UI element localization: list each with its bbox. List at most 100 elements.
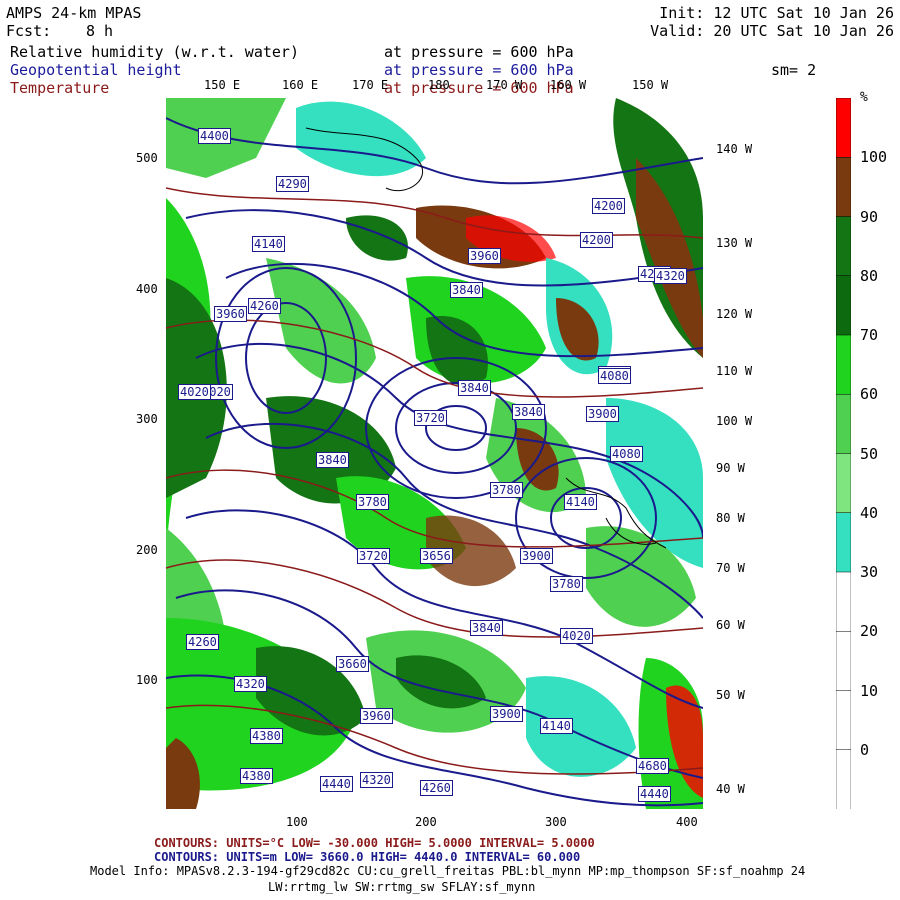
lon-label: 140 W: [716, 142, 753, 156]
height-contour-label: 3840: [458, 380, 491, 396]
colorbar-unit: %: [860, 90, 868, 105]
lon-label: 170 W: [486, 78, 523, 92]
colorbar-label: 0: [860, 740, 870, 759]
height-contour-label: 4440: [638, 786, 671, 802]
temp-contour-info: CONTOURS: UNITS=°C LOW= -30.000 HIGH= 5.…: [154, 836, 595, 850]
x-tick: 300: [545, 815, 567, 829]
height-contour-label: 3960: [214, 306, 247, 322]
model-title: AMPS 24-km MPAS: [6, 4, 142, 22]
lon-label: 120 W: [716, 307, 753, 321]
lon-label: 160 W: [550, 78, 587, 92]
lon-label: 110 W: [716, 364, 753, 378]
x-tick: 100: [286, 815, 308, 829]
lon-label: 180: [428, 78, 450, 92]
y-tick: 200: [136, 543, 158, 557]
height-contour-label: 3900: [586, 406, 619, 422]
field-temp-name: Temperature: [10, 79, 110, 97]
height-contour-label: 3720: [414, 410, 447, 426]
colorbar-segment: [836, 512, 851, 573]
height-contour-label: 4680: [636, 758, 669, 774]
colorbar-segment: [836, 157, 851, 218]
height-contour-label: 4140: [252, 236, 285, 252]
colorbar-label: 70: [860, 326, 879, 344]
field-rh-name: Relative humidity (w.r.t. water): [10, 43, 299, 61]
height-contour-label: 3656: [420, 548, 453, 564]
colorbar-label: 10: [860, 681, 879, 700]
height-contour-label: 4260: [186, 634, 219, 650]
height-contour-label: 3840: [316, 452, 349, 468]
height-contour-label: 4260: [420, 780, 453, 796]
height-contour-label: 3780: [356, 494, 389, 510]
height-contour-label: 4260: [248, 298, 281, 314]
height-contour-label: 4380: [240, 768, 273, 784]
height-contour-label: 3960: [468, 248, 501, 264]
y-tick: 400: [136, 282, 158, 296]
height-contour-label: 4020: [178, 384, 211, 400]
colorbar-segment: [836, 98, 851, 158]
colorbar-label: 40: [860, 503, 879, 522]
lon-label: 150 W: [632, 78, 669, 92]
height-contour-label: 4020: [560, 628, 593, 644]
height-contour-label: 4320: [360, 772, 393, 788]
colorbar-label: 60: [860, 385, 879, 404]
height-contour-label: 4320: [654, 268, 687, 284]
lon-label: 40 W: [716, 782, 745, 796]
colorbar-segment: [836, 571, 851, 632]
colorbar-segment: [836, 631, 851, 692]
colorbar-label: 90: [860, 207, 879, 226]
colorbar-segment: [836, 394, 851, 455]
height-contour-label: 4140: [564, 494, 597, 510]
colorbar-label: 20: [860, 622, 879, 641]
height-contour-label: 4440: [320, 776, 353, 792]
valid-time: Valid: 20 UTC Sat 10 Jan 26: [650, 22, 894, 40]
lon-label: 160 E: [282, 78, 319, 92]
field-height-name: Geopotential height: [10, 61, 182, 79]
model-info: Model Info: MPASv8.2.3-194-gf29cd82c CU:…: [90, 864, 806, 878]
height-contour-info: CONTOURS: UNITS=m LOW= 3660.0 HIGH= 4440…: [154, 850, 581, 864]
height-contour-label: 4320: [234, 676, 267, 692]
height-contour-label: 3780: [550, 576, 583, 592]
height-contour-label: 4200: [592, 198, 625, 214]
lon-label: 90 W: [716, 461, 745, 475]
lon-label: 100 W: [716, 414, 753, 428]
colorbar-segment: [836, 275, 851, 336]
colorbar-label: 50: [860, 444, 879, 463]
height-contour-label: 3840: [450, 282, 483, 298]
height-contour-label: 3960: [360, 708, 393, 724]
lon-label: 50 W: [716, 688, 745, 702]
colorbar: [836, 98, 851, 809]
x-tick: 200: [415, 815, 437, 829]
lon-label: 130 W: [716, 236, 753, 250]
init-time: Init: 12 UTC Sat 10 Jan 26: [659, 4, 894, 22]
colorbar-label: 80: [860, 266, 879, 285]
height-contour-label: 4380: [250, 728, 283, 744]
height-contour-label: 4400: [198, 128, 231, 144]
height-contour-label: 3840: [470, 620, 503, 636]
forecast-value: 8 h: [86, 22, 114, 40]
field-height-level: at pressure = 600 hPa: [384, 61, 574, 79]
height-contour-label: 4140: [540, 718, 573, 734]
colorbar-label: 100: [860, 148, 888, 167]
lon-label: 60 W: [716, 618, 745, 632]
height-contour-label: 3660: [336, 656, 369, 672]
field-temp-level: at pressure = 600 hPa: [384, 79, 574, 97]
height-contour-label: 4290: [276, 176, 309, 192]
model-info-2: LW:rrtmg_lw SW:rrtmg_sw SFLAY:sf_mynn: [268, 880, 536, 894]
height-contour-label: 3720: [357, 548, 390, 564]
lon-label: 170 E: [352, 78, 389, 92]
colorbar-segment: [836, 453, 851, 514]
y-tick: 300: [136, 412, 158, 426]
lon-label: 70 W: [716, 561, 745, 575]
colorbar-segment: [836, 690, 851, 751]
field-rh-level: at pressure = 600 hPa: [384, 43, 574, 61]
lon-label: 150 E: [204, 78, 241, 92]
smoothing-label: sm= 2: [771, 61, 817, 79]
height-contour-label: 4080: [598, 368, 631, 384]
height-contour-label: 4200: [580, 232, 613, 248]
lon-label: 80 W: [716, 511, 745, 525]
colorbar-segment: [836, 216, 851, 277]
height-contour-label: 3900: [520, 548, 553, 564]
forecast-label: Fcst:: [6, 22, 52, 40]
y-tick: 500: [136, 151, 158, 165]
height-contour-label: 3840: [512, 404, 545, 420]
